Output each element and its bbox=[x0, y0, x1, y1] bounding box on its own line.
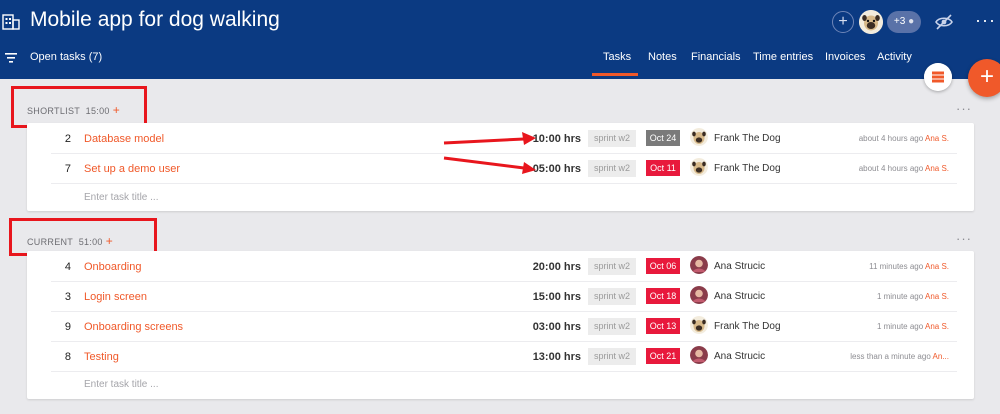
add-task-fab[interactable]: + bbox=[968, 59, 1000, 97]
assignee-name: Ana Strucic bbox=[714, 351, 766, 362]
updated-by[interactable]: Ana S. bbox=[925, 322, 949, 331]
table-row[interactable]: 3 Login screen 15:00 hrs sprint w2 Oct 1… bbox=[51, 282, 957, 312]
due-date-badge[interactable]: Oct 24 bbox=[646, 130, 680, 146]
table-row[interactable]: 4 Onboarding 20:00 hrs sprint w2 Oct 06 … bbox=[51, 252, 957, 282]
pug-avatar-icon bbox=[690, 158, 708, 176]
due-date-badge[interactable]: Oct 21 bbox=[646, 348, 680, 364]
assignee-name: Frank The Dog bbox=[714, 321, 781, 332]
last-updated: 1 minute ago Ana S. bbox=[877, 322, 949, 331]
updated-by[interactable]: Ana S. bbox=[925, 292, 949, 301]
sprint-tag[interactable]: sprint w2 bbox=[588, 130, 636, 147]
pug-avatar-icon bbox=[690, 316, 708, 334]
task-hours: 13:00 hrs bbox=[532, 351, 581, 363]
list-view-button[interactable] bbox=[924, 63, 952, 91]
last-updated: 11 minutes ago Ana S. bbox=[869, 262, 949, 271]
tab-invoices[interactable]: Invoices bbox=[825, 51, 865, 63]
assignee-name: Frank The Dog bbox=[714, 163, 781, 174]
task-hours: 20:00 hrs bbox=[532, 261, 581, 273]
due-date-badge[interactable]: Oct 06 bbox=[646, 258, 680, 274]
last-updated: 1 minute ago Ana S. bbox=[877, 292, 949, 301]
open-tasks-filter[interactable]: Open tasks (7) bbox=[30, 51, 102, 63]
sprint-tag[interactable]: sprint w2 bbox=[588, 258, 636, 275]
table-row[interactable]: 8 Testing 13:00 hrs sprint w2 Oct 21 Ana… bbox=[51, 342, 957, 372]
due-date-badge[interactable]: Oct 18 bbox=[646, 288, 680, 304]
task-number: 9 bbox=[64, 321, 71, 333]
sprint-tag[interactable]: sprint w2 bbox=[588, 288, 636, 305]
person-avatar-icon bbox=[690, 256, 708, 274]
assignee-name: Frank The Dog bbox=[714, 133, 781, 144]
annotation-arrow bbox=[443, 132, 536, 174]
task-title-link[interactable]: Testing bbox=[84, 351, 119, 363]
person-icon: ● bbox=[908, 16, 915, 27]
time-ago: 1 minute ago bbox=[876, 322, 924, 331]
task-number: 3 bbox=[64, 291, 71, 303]
annotation-box bbox=[11, 86, 147, 128]
time-ago: about 4 hours ago bbox=[858, 134, 924, 143]
new-task-input[interactable]: Enter task title ... bbox=[84, 379, 158, 390]
project-title[interactable]: Mobile app for dog walking bbox=[30, 8, 280, 32]
active-tab-indicator bbox=[592, 73, 638, 76]
task-number: 8 bbox=[64, 351, 71, 363]
updated-by[interactable]: Ana S. bbox=[925, 164, 949, 173]
sprint-tag[interactable]: sprint w2 bbox=[588, 160, 636, 177]
tab-activity[interactable]: Activity bbox=[877, 51, 912, 63]
task-number: 7 bbox=[64, 163, 71, 175]
task-number: 4 bbox=[64, 261, 71, 273]
time-ago: 11 minutes ago bbox=[869, 262, 924, 271]
due-date-badge[interactable]: Oct 13 bbox=[646, 318, 680, 334]
last-updated: less than a minute ago An... bbox=[850, 352, 949, 361]
new-task-input[interactable]: Enter task title ... bbox=[84, 192, 158, 203]
table-row[interactable]: 9 Onboarding screens 03:00 hrs sprint w2… bbox=[51, 312, 957, 342]
task-list-current: 4 Onboarding 20:00 hrs sprint w2 Oct 06 … bbox=[27, 251, 974, 399]
project-header: Mobile app for dog walking + +3 ● ··· Op… bbox=[0, 0, 1000, 79]
member-overflow-count: +3 bbox=[893, 16, 906, 27]
task-title-link[interactable]: Onboarding screens bbox=[84, 321, 183, 333]
avatar[interactable] bbox=[859, 10, 883, 34]
due-date-badge[interactable]: Oct 11 bbox=[646, 160, 680, 176]
more-icon[interactable]: ··· bbox=[956, 101, 972, 116]
plus-icon: + bbox=[838, 13, 848, 30]
task-title-link[interactable]: Onboarding bbox=[84, 261, 142, 273]
task-hours: 03:00 hrs bbox=[532, 321, 581, 333]
more-icon[interactable]: ··· bbox=[956, 231, 972, 246]
eye-slash-icon[interactable] bbox=[934, 13, 954, 31]
last-updated: about 4 hours ago Ana S. bbox=[859, 134, 949, 143]
updated-by[interactable]: Ana S. bbox=[925, 134, 949, 143]
assignee-name: Ana Strucic bbox=[714, 261, 766, 272]
sprint-tag[interactable]: sprint w2 bbox=[588, 348, 636, 365]
time-ago: 1 minute ago bbox=[876, 292, 924, 301]
member-overflow-badge[interactable]: +3 ● bbox=[887, 11, 921, 33]
task-title-link[interactable]: Login screen bbox=[84, 291, 147, 303]
task-hours: 15:00 hrs bbox=[532, 291, 581, 303]
building-icon bbox=[2, 14, 20, 30]
person-avatar-icon bbox=[690, 286, 708, 304]
time-ago: about 4 hours ago bbox=[858, 164, 924, 173]
last-updated: about 4 hours ago Ana S. bbox=[859, 164, 949, 173]
task-number: 2 bbox=[64, 133, 71, 145]
person-avatar-icon bbox=[690, 346, 708, 364]
more-icon[interactable]: ··· bbox=[975, 11, 996, 39]
tab-time-entries[interactable]: Time entries bbox=[753, 51, 813, 63]
task-title-link[interactable]: Database model bbox=[84, 133, 164, 145]
assignee-name: Ana Strucic bbox=[714, 291, 766, 302]
plus-icon: + bbox=[979, 63, 994, 90]
tab-notes[interactable]: Notes bbox=[648, 51, 677, 63]
updated-by[interactable]: Ana S. bbox=[925, 262, 949, 271]
task-title-link[interactable]: Set up a demo user bbox=[84, 163, 180, 175]
tab-financials[interactable]: Financials bbox=[691, 51, 741, 63]
sprint-tag[interactable]: sprint w2 bbox=[588, 318, 636, 335]
filter-icon[interactable] bbox=[5, 53, 17, 63]
time-ago: less than a minute ago bbox=[850, 352, 931, 361]
add-member-button[interactable]: + bbox=[832, 11, 854, 33]
pug-avatar-icon bbox=[690, 128, 708, 146]
updated-by[interactable]: An... bbox=[933, 352, 949, 361]
tab-tasks[interactable]: Tasks bbox=[603, 51, 631, 63]
